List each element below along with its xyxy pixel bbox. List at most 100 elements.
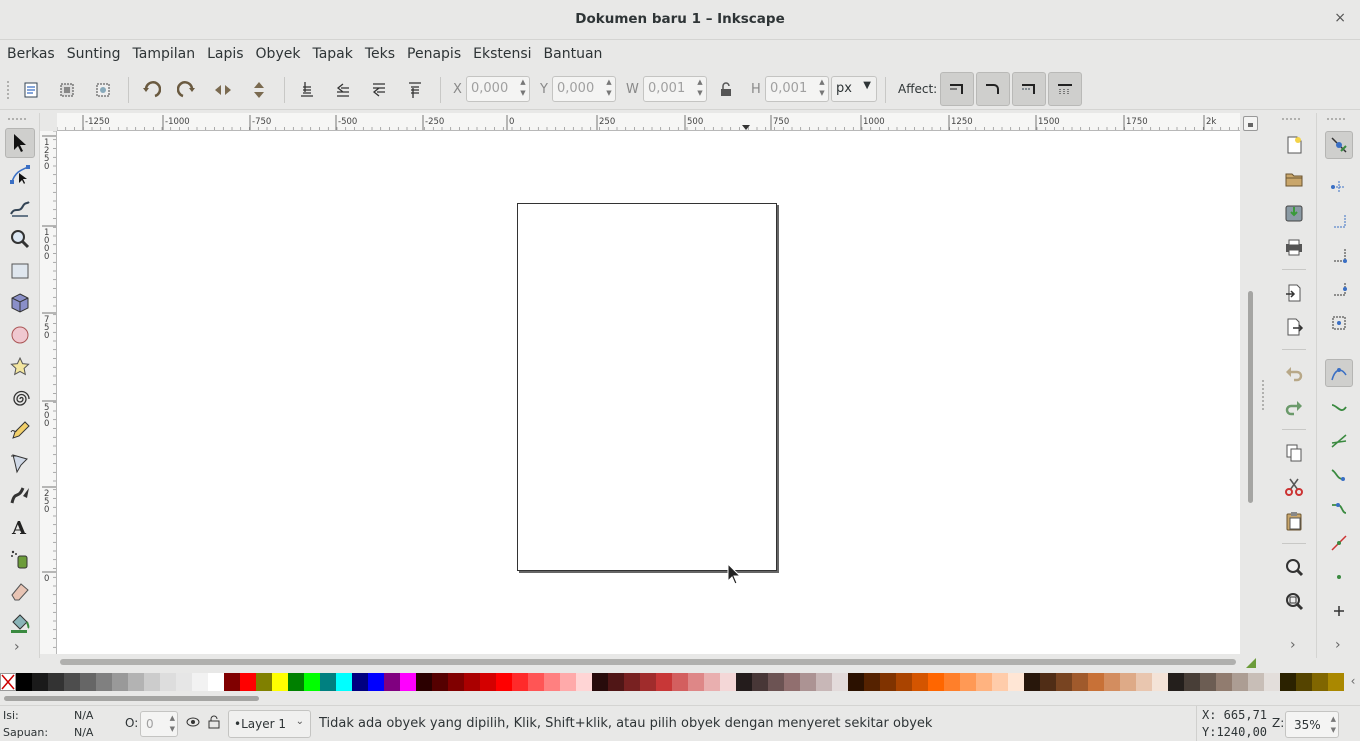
affect-patterns-button[interactable]: [1048, 72, 1082, 106]
color-swatch[interactable]: [672, 673, 688, 691]
color-swatch[interactable]: [240, 673, 256, 691]
color-swatch[interactable]: [1056, 673, 1072, 691]
drawing-canvas[interactable]: [57, 131, 1240, 654]
color-swatch[interactable]: [272, 673, 288, 691]
layer-select[interactable]: •Layer 1 ⌄: [228, 710, 311, 738]
rotate-ccw-icon[interactable]: [138, 77, 164, 103]
color-swatch[interactable]: [896, 673, 912, 691]
flip-horizontal-icon[interactable]: [210, 77, 236, 103]
raise-icon[interactable]: [366, 77, 392, 103]
tweak-tool[interactable]: [5, 192, 35, 222]
star-tool[interactable]: [5, 352, 35, 382]
commands-grip[interactable]: [1282, 118, 1300, 120]
color-swatch[interactable]: [208, 673, 224, 691]
color-swatch[interactable]: [640, 673, 656, 691]
horizontal-scroll-thumb[interactable]: [60, 659, 1236, 665]
w-stepper[interactable]: ▲ ▼: [694, 77, 706, 101]
color-swatch[interactable]: [96, 673, 112, 691]
palette-scroll-thumb[interactable]: [4, 696, 259, 701]
y-field[interactable]: 0,000 ▲ ▼: [552, 76, 616, 102]
menu-tapak[interactable]: Tapak: [306, 41, 358, 67]
menu-berkas[interactable]: Berkas: [1, 41, 61, 67]
snap-bbox-edge-icon[interactable]: [1325, 207, 1353, 235]
zoom-field[interactable]: 35% ▲ ▼: [1285, 711, 1339, 738]
vertical-scrollbar[interactable]: [1243, 131, 1258, 654]
color-swatch[interactable]: [752, 673, 768, 691]
spray-tool[interactable]: [5, 544, 35, 574]
color-swatch[interactable]: [432, 673, 448, 691]
color-swatch[interactable]: [320, 673, 336, 691]
x-stepper[interactable]: ▲ ▼: [517, 77, 529, 101]
color-swatch[interactable]: [736, 673, 752, 691]
color-swatch[interactable]: [1152, 673, 1168, 691]
text-tool[interactable]: A: [5, 512, 35, 542]
pencil-tool[interactable]: [5, 416, 35, 446]
no-color-swatch[interactable]: [0, 673, 16, 691]
rotate-cw-icon[interactable]: [174, 77, 200, 103]
zoom-tool[interactable]: [5, 224, 35, 254]
deselect-icon[interactable]: [90, 77, 116, 103]
snap-cusp-icon[interactable]: [1325, 461, 1353, 489]
menu-lapis[interactable]: Lapis: [201, 41, 249, 67]
w-field[interactable]: 0,001 ▲ ▼: [643, 76, 707, 102]
color-swatch[interactable]: [912, 673, 928, 691]
lower-icon[interactable]: [330, 77, 356, 103]
color-swatch[interactable]: [144, 673, 160, 691]
color-swatch[interactable]: [1024, 673, 1040, 691]
color-swatch[interactable]: [944, 673, 960, 691]
color-swatch[interactable]: [528, 673, 544, 691]
h-field[interactable]: 0,001 ▲ ▼: [765, 76, 829, 102]
color-swatch[interactable]: [592, 673, 608, 691]
color-swatch[interactable]: [624, 673, 640, 691]
zoom-drawing-icon[interactable]: [1280, 587, 1308, 615]
color-swatch[interactable]: [400, 673, 416, 691]
new-document-icon[interactable]: [1280, 131, 1308, 159]
menu-bantuan[interactable]: Bantuan: [538, 41, 609, 67]
menu-teks[interactable]: Teks: [359, 41, 401, 67]
color-swatch[interactable]: [816, 673, 832, 691]
spiral-tool[interactable]: [5, 384, 35, 414]
color-swatch[interactable]: [48, 673, 64, 691]
snap-toggle-icon[interactable]: [1325, 131, 1353, 159]
snap-bbox-icon[interactable]: [1325, 173, 1353, 201]
paste-icon[interactable]: [1280, 507, 1308, 535]
color-swatch[interactable]: [112, 673, 128, 691]
color-swatch[interactable]: [448, 673, 464, 691]
opacity-stepper[interactable]: ▲ ▼: [170, 713, 175, 735]
color-swatch[interactable]: [368, 673, 384, 691]
color-swatch[interactable]: [480, 673, 496, 691]
menu-obyek[interactable]: Obyek: [250, 41, 307, 67]
calligraphy-tool[interactable]: [5, 480, 35, 510]
color-swatch[interactable]: [976, 673, 992, 691]
color-swatch[interactable]: [1200, 673, 1216, 691]
snap-bbox-center-icon[interactable]: [1325, 309, 1353, 337]
snap-bbox-midpoint-icon[interactable]: [1325, 275, 1353, 303]
color-swatch[interactable]: [656, 673, 672, 691]
color-swatch[interactable]: [1088, 673, 1104, 691]
raise-to-top-icon[interactable]: [402, 77, 428, 103]
snap-more-icon[interactable]: ›: [1335, 637, 1341, 653]
menu-ekstensi[interactable]: Ekstensi: [467, 41, 537, 67]
color-swatch[interactable]: [128, 673, 144, 691]
color-swatch[interactable]: [1136, 673, 1152, 691]
horizontal-scrollbar[interactable]: [57, 655, 1240, 669]
lock-icon[interactable]: [713, 77, 739, 103]
affect-rounded-corners-button[interactable]: [976, 72, 1010, 106]
vertical-scroll-thumb[interactable]: [1248, 291, 1253, 503]
color-swatch[interactable]: [832, 673, 848, 691]
dock-handle[interactable]: [1262, 380, 1266, 410]
color-swatch[interactable]: [1264, 673, 1280, 691]
color-swatch[interactable]: [1008, 673, 1024, 691]
color-swatch[interactable]: [512, 673, 528, 691]
commands-more-icon[interactable]: ›: [1290, 637, 1296, 653]
menu-penapis[interactable]: Penapis: [401, 41, 467, 67]
color-swatch[interactable]: [1328, 673, 1344, 691]
color-swatch[interactable]: [1248, 673, 1264, 691]
color-swatch[interactable]: [1184, 673, 1200, 691]
color-swatch[interactable]: [992, 673, 1008, 691]
select-all-icon[interactable]: [18, 77, 44, 103]
undo-icon[interactable]: [1280, 359, 1308, 387]
color-swatch[interactable]: [688, 673, 704, 691]
pen-tool[interactable]: [5, 448, 35, 478]
color-swatch[interactable]: [576, 673, 592, 691]
